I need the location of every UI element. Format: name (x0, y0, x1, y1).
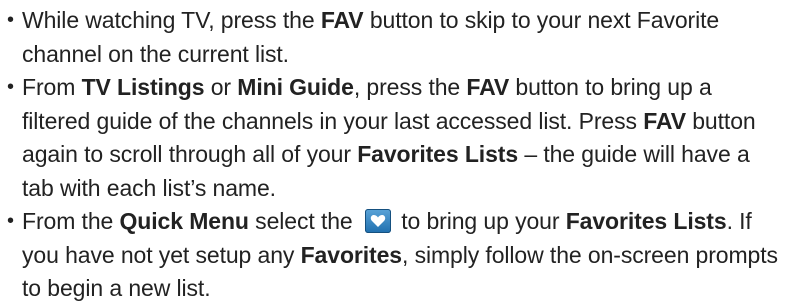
bullet-bold-text: Mini Guide (237, 74, 354, 100)
bullet-text: While watching TV, press the (22, 7, 321, 33)
bullet-bold-text: Favorites (300, 241, 402, 268)
bullet-text: to bring up your (394, 208, 566, 234)
bullet-item-quick-menu: • From the Quick Menu select the to bring… (0, 205, 792, 306)
favorites-instructions-list: • While watching TV, press the FAV button… (0, 4, 792, 306)
document-page: • While watching TV, press the FAV button… (0, 0, 792, 304)
bullet-bold-text: Quick Menu (119, 208, 249, 234)
bullet-marker: • (7, 9, 14, 31)
bullet-bold-text: FAV (320, 7, 364, 33)
bullet-text: , press the (353, 74, 467, 100)
bullet-marker: • (7, 210, 14, 232)
bullet-marker: • (7, 76, 14, 98)
bullet-text: From (22, 74, 82, 100)
bullet-bold-text: FAV (466, 74, 510, 100)
bullet-item-tv-listings: • From TV Listings or Mini Guide, press t… (0, 71, 792, 205)
bullet-bold-text: Favorites Lists (565, 208, 727, 234)
bullet-item-fav-button: • While watching TV, press the FAV button… (0, 4, 792, 71)
heart-icon (364, 209, 391, 233)
bullet-bold-text: Favorites Lists (357, 141, 519, 167)
bullet-bold-text: TV Listings (81, 74, 205, 100)
bullet-text: select the (248, 208, 359, 234)
bullet-bold-text: FAV (643, 107, 686, 134)
bullet-text: or (204, 74, 238, 100)
bullet-text: From the (22, 208, 120, 234)
